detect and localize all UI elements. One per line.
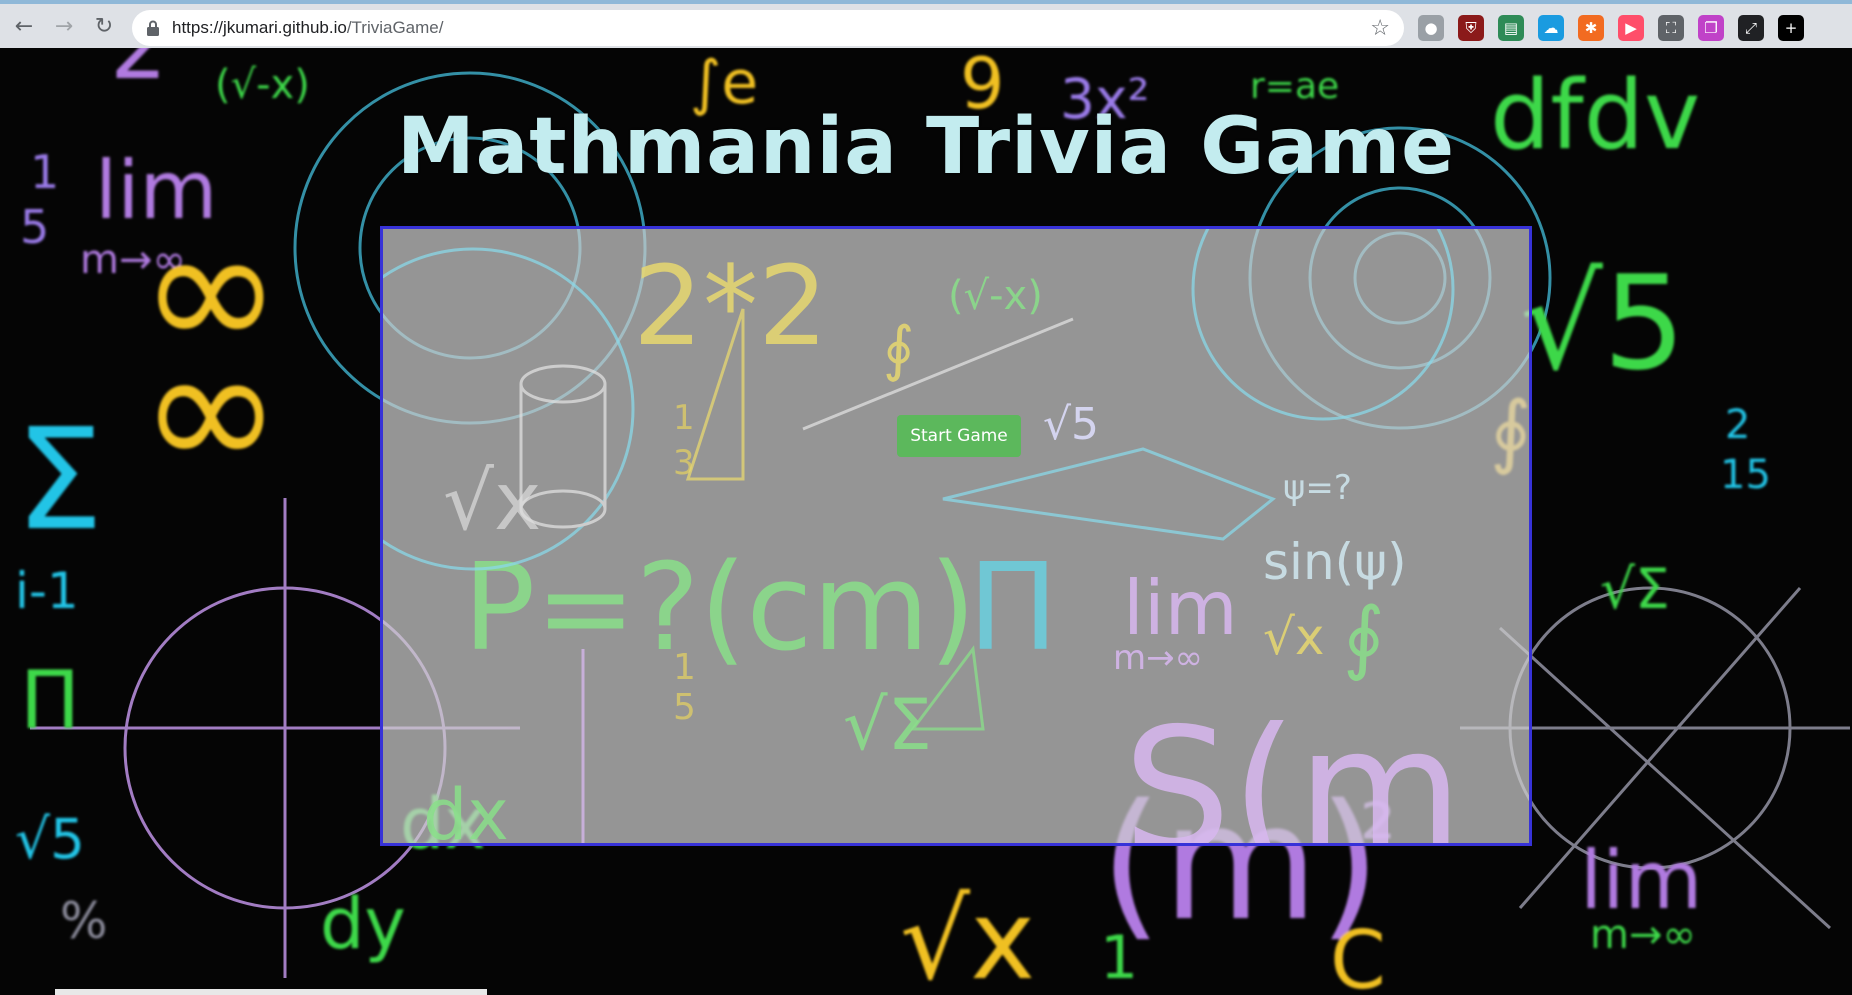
svg-text:C: C bbox=[1330, 914, 1386, 995]
url-path: /TriviaGame/ bbox=[346, 18, 444, 37]
lock-icon bbox=[147, 20, 159, 36]
bookmark-star-icon[interactable]: ☆ bbox=[1370, 16, 1390, 41]
print-extension-icon[interactable]: ▤ bbox=[1498, 15, 1524, 41]
svg-text:√x: √x bbox=[1263, 608, 1324, 666]
svg-text:dy: dy bbox=[320, 883, 406, 965]
browser-toolbar: ← → ↻ https://jkumari.github.io/TriviaGa… bbox=[0, 0, 1852, 48]
svg-text:Π: Π bbox=[968, 539, 1058, 678]
start-game-button[interactable]: Start Game bbox=[897, 415, 1021, 457]
horizontal-scrollbar[interactable] bbox=[55, 989, 487, 995]
svg-text:1: 1 bbox=[1100, 923, 1138, 993]
svg-text:5: 5 bbox=[673, 687, 696, 728]
svg-text:3: 3 bbox=[673, 443, 695, 483]
svg-text:15: 15 bbox=[1720, 452, 1771, 498]
svg-text:√5: √5 bbox=[1043, 399, 1099, 450]
reload-icon[interactable]: ↻ bbox=[84, 6, 124, 46]
hub-extension-icon[interactable]: ✱ bbox=[1578, 15, 1604, 41]
svg-text:√Σ: √Σ bbox=[843, 684, 932, 766]
svg-text:5: 5 bbox=[20, 200, 49, 254]
svg-text:1: 1 bbox=[673, 647, 696, 688]
svg-text:2: 2 bbox=[1725, 402, 1750, 448]
address-bar[interactable]: https://jkumari.github.io/TriviaGame/ ☆ bbox=[132, 10, 1404, 46]
svg-text:m→∞: m→∞ bbox=[1113, 638, 1203, 678]
svg-text:∮: ∮ bbox=[1343, 590, 1385, 683]
svg-text:2: 2 bbox=[110, 48, 167, 100]
page-title: Mathmania Trivia Game bbox=[396, 102, 1456, 192]
cloud-extension-icon[interactable]: ☁ bbox=[1538, 15, 1564, 41]
svg-text:m→∞: m→∞ bbox=[1590, 912, 1696, 958]
back-icon[interactable]: ← bbox=[4, 6, 44, 46]
forward-icon[interactable]: → bbox=[44, 6, 84, 46]
game-container: 2*2 (√-x) 1 3 ∮ √5 √x P=?(cm) Π lim m→∞ … bbox=[380, 226, 1532, 846]
svg-text:(√-x): (√-x) bbox=[948, 273, 1043, 319]
game-container-artwork: 2*2 (√-x) 1 3 ∮ √5 √x P=?(cm) Π lim m→∞ … bbox=[383, 229, 1463, 843]
svg-text:dx: dx bbox=[423, 774, 509, 843]
resize-extension-icon[interactable]: ⤢ bbox=[1738, 15, 1764, 41]
svg-text:Π: Π bbox=[20, 654, 80, 747]
shield-extension-icon[interactable]: ⛨ bbox=[1458, 15, 1484, 41]
window-extension-icon[interactable]: ❐ bbox=[1698, 15, 1724, 41]
svg-text:√5: √5 bbox=[15, 807, 85, 871]
page-viewport: 2 (√-x) 1 5 lim m→∞ ∞ ∞ Σ i-1 Π √5 dy dx… bbox=[0, 48, 1852, 995]
url-host: https://jkumari.github.io bbox=[172, 18, 347, 37]
svg-text:√Σ: √Σ bbox=[1600, 557, 1670, 621]
svg-text:i-1: i-1 bbox=[15, 562, 79, 620]
svg-text:∞: ∞ bbox=[140, 191, 282, 389]
svg-text:√x: √x bbox=[900, 876, 1035, 995]
svg-text:P=?(cm): P=?(cm) bbox=[463, 539, 976, 678]
screenshot-extension-icon[interactable]: ⛶ bbox=[1658, 15, 1684, 41]
svg-text:S(m: S(m bbox=[1123, 692, 1463, 843]
circle-extension-icon[interactable]: ● bbox=[1418, 15, 1444, 41]
svg-text:1: 1 bbox=[673, 398, 695, 438]
extensions-bar: ● ⛨ ▤ ☁ ✱ ▶ ⛶ ❐ ⤢ + bbox=[1418, 12, 1804, 44]
svg-text:sin(ψ): sin(ψ) bbox=[1263, 533, 1407, 591]
url-text: https://jkumari.github.io/TriviaGame/ bbox=[172, 18, 443, 38]
svg-text:r=ae: r=ae bbox=[1250, 66, 1339, 107]
svg-text:%: % bbox=[60, 892, 108, 950]
plus-extension-icon[interactable]: + bbox=[1778, 15, 1804, 41]
svg-text:∮: ∮ bbox=[883, 314, 914, 384]
svg-text:ψ=?: ψ=? bbox=[1283, 468, 1352, 508]
svg-text:√5: √5 bbox=[1520, 247, 1686, 399]
video-extension-icon[interactable]: ▶ bbox=[1618, 15, 1644, 41]
svg-text:Σ: Σ bbox=[15, 399, 103, 562]
